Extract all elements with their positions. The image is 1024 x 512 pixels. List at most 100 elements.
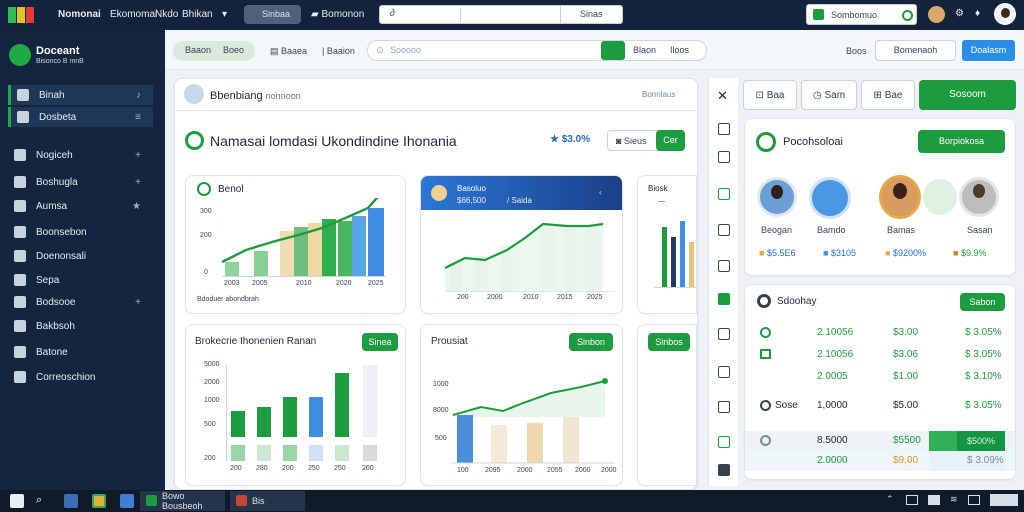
card-button[interactable]: Sinea [362, 333, 398, 351]
calendar-icon[interactable] [718, 260, 730, 272]
tray-clock[interactable] [990, 494, 1018, 506]
toolbar-button[interactable]: Bomenaoh [875, 40, 956, 61]
person-avatar[interactable] [757, 177, 797, 217]
shield-icon[interactable] [718, 401, 730, 413]
tab-label: Bae [884, 90, 903, 101]
tab-sam[interactable]: ◷ Sam [801, 80, 857, 110]
chart-title: Brokecrie Ihonenien Ranan [195, 336, 317, 347]
sidebar-item-aumsa[interactable]: Aumsa ★ [8, 196, 153, 216]
refresh-icon[interactable] [718, 436, 730, 448]
profile-card: Pocohsoloai Borpiokosa Beogan Bamdo Bama… [744, 118, 1016, 276]
table-row[interactable]: Sose 1,0000 $5.00 $ 3.05% [745, 400, 1015, 420]
primary-button[interactable]: Doalasm [962, 40, 1015, 61]
brand-subtitle: Bisonco B mnB [36, 58, 84, 65]
tab-baaea[interactable]: ▤ Baaea [270, 46, 307, 57]
tray-battery-icon[interactable] [928, 495, 940, 505]
search-icon[interactable]: ⌕ [36, 494, 50, 508]
search-option-button[interactable]: Iloos [670, 45, 689, 55]
location-icon[interactable] [718, 188, 730, 200]
sidebar-item-bodsooe[interactable]: Bodsooe + [8, 292, 153, 312]
sidebar-item-boshugla[interactable]: Boshugla + [8, 172, 153, 192]
notification-icon[interactable]: ♦ [975, 8, 980, 19]
sidebar-item-corresschion[interactable]: Correoschion [8, 367, 153, 387]
tab-bae[interactable]: ⊞ Bae [861, 80, 915, 110]
person-avatar[interactable] [879, 175, 921, 219]
tab-baaion[interactable]: | Baaion [322, 46, 355, 56]
edit-icon: ∂ [390, 8, 395, 19]
taskbar-app-tab[interactable]: Bowo Bousbeoh [140, 491, 225, 511]
chart-bar [671, 237, 676, 287]
chart-title: Basoluo [457, 184, 486, 193]
cell: $9,00 [893, 455, 919, 466]
table-row[interactable]: 2.10056 $3.00 $ 3.05% [745, 327, 1015, 347]
box-icon[interactable] [718, 328, 730, 340]
tray-monitor-icon[interactable] [906, 495, 918, 505]
card-button[interactable]: Sinbon [569, 333, 613, 351]
tab-baa[interactable]: ⊡ Baa [743, 80, 797, 110]
tray-up-icon[interactable]: ⌃ [886, 494, 894, 505]
panel-green-button[interactable]: Cer [656, 130, 685, 151]
image-icon[interactable] [718, 366, 730, 378]
windows-start-icon[interactable] [10, 494, 24, 508]
top-pill-button[interactable]: Sinbaa [244, 5, 301, 24]
close-icon[interactable]: ✕ [717, 88, 728, 104]
sidebar-item-bakbsoh[interactable]: Bakbsoh [8, 316, 153, 336]
main-search-input[interactable]: ⊙ Sooooo Blaon Iloos [367, 40, 707, 61]
clock-icon[interactable] [718, 224, 730, 236]
avatar-head [893, 183, 907, 199]
card-button[interactable]: Sinbos [648, 333, 690, 351]
sidebar-item-sepa[interactable]: Sepa [8, 270, 153, 290]
panel-header-link[interactable]: Bonnlaus [642, 90, 675, 99]
top-search-input[interactable]: ∂ Sinas [379, 5, 623, 24]
sidebar-item-dosbeta[interactable]: Dosbeta ≡ [8, 107, 153, 127]
table-row[interactable]: 2.0005 $1.00 $ 3.10% [745, 371, 1015, 391]
settings-icon[interactable]: ⚙ [955, 8, 964, 19]
table-row[interactable]: 2.0000 $9,00 $ 3.09% [745, 451, 1015, 471]
person-value: ■ $5.5E6 [759, 248, 795, 258]
table-button[interactable]: Sabon [960, 293, 1005, 311]
top-search-button[interactable]: Sinas [580, 9, 603, 19]
globe-icon [14, 371, 26, 383]
sidebar-item-batone[interactable]: Batone [8, 342, 153, 362]
sidebar-item-nogiceh[interactable]: Nogiceh + [8, 145, 153, 165]
bookmark-icon[interactable] [718, 123, 730, 135]
cell: $3.00 [893, 327, 919, 338]
x-tick: 2055 [547, 467, 563, 474]
y-tick: 500 [204, 421, 216, 428]
menu-item[interactable]: Nkdo [155, 9, 178, 20]
toolbar-pill-label: Boeo [223, 45, 245, 55]
sidebar-item-binah[interactable]: Binah ♪ [8, 85, 153, 105]
tab-label: Sosoom [949, 89, 986, 100]
toolbar-pill[interactable]: Baaon Boeo [173, 41, 255, 61]
profile-button[interactable]: Borpiokosa [918, 130, 1005, 153]
sheet-icon[interactable] [718, 293, 730, 305]
sidebar-item-boonsebon[interactable]: Boonsebon [8, 222, 153, 242]
search-go-button[interactable] [601, 41, 625, 60]
file-explorer-icon[interactable] [64, 494, 78, 508]
tab-bomonon[interactable]: ▰ Bomonon [311, 9, 364, 20]
toolbar-link[interactable]: Boos [846, 46, 867, 56]
avatar[interactable] [928, 6, 945, 23]
app-icon [146, 495, 157, 506]
tray-volume-icon[interactable] [968, 495, 980, 505]
menu-item[interactable]: Ekomomai [110, 9, 157, 20]
tab-sosoom[interactable]: Sosoom [919, 80, 1016, 110]
table-row[interactable]: 8.5000 $5500 $500% [745, 431, 1015, 451]
taskbar-app-tab[interactable]: Bis [230, 491, 305, 511]
sidebar-item-doenonsali[interactable]: Doenonsali [8, 246, 153, 266]
table-row[interactable]: 2.10056 $3.06 $ 3.05% [745, 349, 1015, 369]
list-icon[interactable] [718, 151, 730, 163]
panel-outline-button[interactable]: ◙ Sieus [616, 136, 646, 146]
search-option-button[interactable]: Blaon [633, 45, 656, 55]
account-switch[interactable]: Sombomuo [806, 4, 917, 25]
y-tick: 5000 [204, 361, 220, 368]
person-avatar[interactable] [809, 177, 851, 219]
browser-icon[interactable] [92, 494, 106, 508]
chevron-down-icon[interactable]: ▾ [222, 9, 227, 20]
menu-item[interactable]: Bhikan [182, 9, 213, 20]
person-avatar[interactable] [959, 177, 999, 217]
edge-icon[interactable] [120, 494, 134, 508]
tray-wifi-icon[interactable]: ≋ [950, 494, 958, 505]
printer-icon[interactable] [718, 464, 730, 476]
user-avatar[interactable] [994, 3, 1016, 25]
